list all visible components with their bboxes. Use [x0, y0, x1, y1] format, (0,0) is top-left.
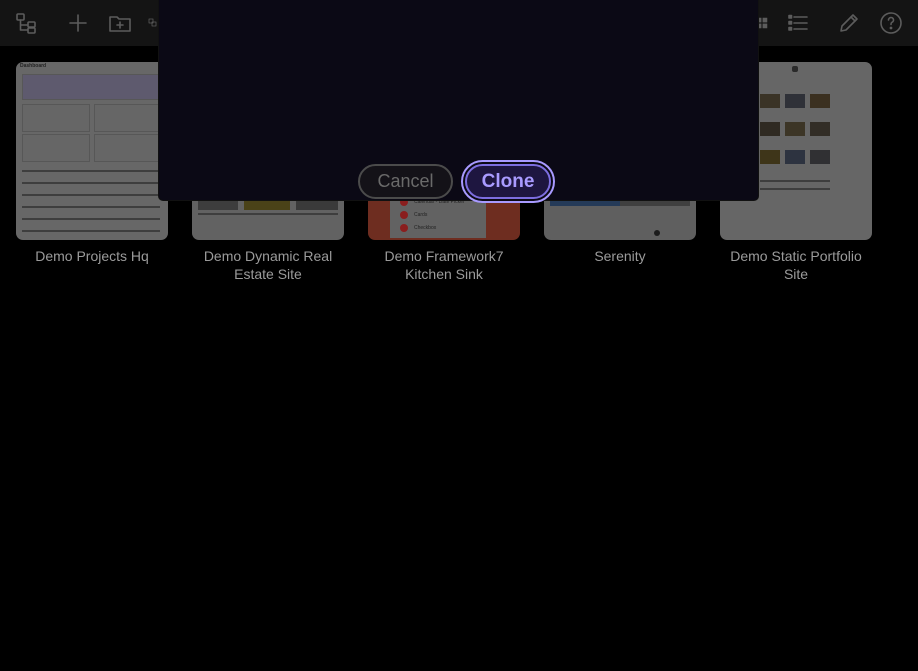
stat-box — [94, 104, 162, 132]
red-dot-icon — [400, 224, 408, 232]
project-title[interactable]: Demo Static Portfolio Site — [720, 247, 872, 283]
listing-photo — [296, 200, 338, 210]
project-card[interactable]: Dashboard Demo Projects Hq — [16, 62, 168, 265]
pencil-icon[interactable] — [834, 8, 864, 38]
welcome-panel — [22, 74, 164, 100]
red-dot-icon — [400, 211, 408, 219]
list-view-icon[interactable] — [783, 8, 813, 38]
stat-box — [94, 134, 162, 162]
table-line — [22, 170, 160, 172]
footer-line — [760, 188, 830, 190]
gallery-photo — [785, 150, 805, 164]
table-line — [22, 182, 160, 184]
listing-photo — [244, 200, 290, 210]
folder-plus-icon[interactable] — [105, 8, 135, 38]
sitemap-icon[interactable] — [11, 8, 41, 38]
gallery-photo — [785, 122, 805, 136]
gallery-photo — [785, 94, 805, 108]
table-line — [22, 194, 160, 196]
table-line — [22, 230, 160, 232]
listing-line — [198, 213, 338, 215]
heart-icon — [654, 230, 660, 236]
gallery-photo — [760, 122, 780, 136]
gallery-photo — [810, 150, 830, 164]
menu-item: Checkbox — [414, 225, 437, 231]
gallery-photo — [760, 94, 780, 108]
cancel-button[interactable]: Cancel — [358, 164, 453, 199]
footer-line — [760, 180, 830, 182]
dashboard-preview: Dashboard — [16, 62, 168, 240]
menu-item: Cards — [414, 212, 428, 218]
gallery-photo — [810, 122, 830, 136]
clone-icon[interactable] — [147, 8, 159, 38]
table-line — [22, 206, 160, 208]
stat-box — [22, 104, 90, 132]
table-line — [22, 218, 160, 220]
project-title[interactable]: Demo Dynamic Real Estate Site — [192, 247, 344, 283]
clone-dialog: Cancel Clone — [159, 0, 758, 203]
clone-button[interactable]: Clone — [465, 164, 551, 199]
gallery-photo — [760, 150, 780, 164]
project-title[interactable]: Serenity — [544, 247, 696, 265]
project-title[interactable]: Demo Projects Hq — [16, 247, 168, 265]
plus-icon[interactable] — [63, 8, 93, 38]
gallery-photo — [810, 94, 830, 108]
stat-box — [22, 134, 90, 162]
dashboard-header: Dashboard — [20, 63, 47, 69]
help-icon[interactable] — [876, 8, 906, 38]
project-thumbnail[interactable]: Dashboard — [16, 62, 168, 240]
logo-icon — [792, 66, 798, 72]
listing-photo — [198, 200, 238, 210]
project-title[interactable]: Demo Framework7 Kitchen Sink — [368, 247, 520, 283]
